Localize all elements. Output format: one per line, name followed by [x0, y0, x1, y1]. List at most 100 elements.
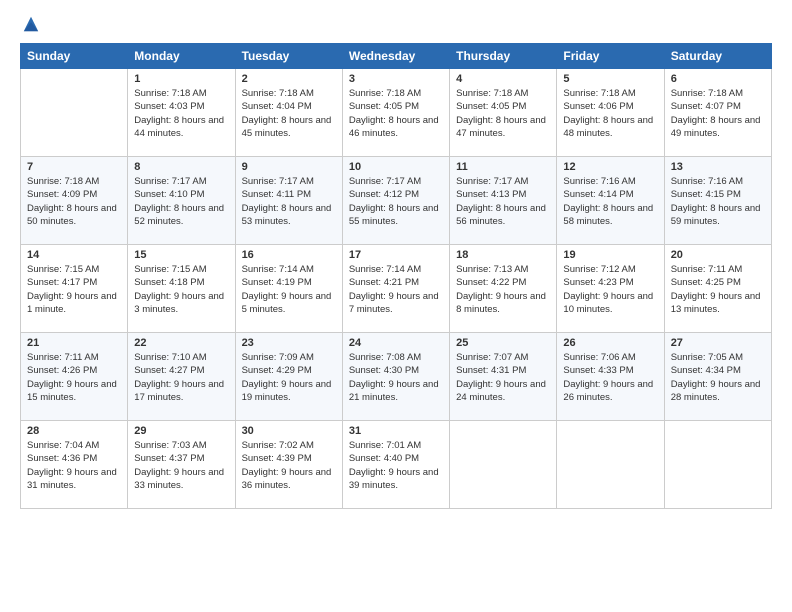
- calendar-page: SundayMondayTuesdayWednesdayThursdayFrid…: [0, 0, 792, 612]
- day-number: 30: [242, 425, 336, 437]
- day-number: 31: [349, 425, 443, 437]
- calendar-cell: [450, 421, 557, 509]
- day-number: 1: [134, 73, 228, 85]
- cell-content: Sunrise: 7:18 AM Sunset: 4:09 PM Dayligh…: [27, 175, 121, 228]
- day-number: 14: [27, 249, 121, 261]
- cell-content: Sunrise: 7:17 AM Sunset: 4:10 PM Dayligh…: [134, 175, 228, 228]
- day-number: 20: [671, 249, 765, 261]
- calendar-cell: 31 Sunrise: 7:01 AM Sunset: 4:40 PM Dayl…: [342, 421, 449, 509]
- calendar-cell: [21, 69, 128, 157]
- calendar-cell: 9 Sunrise: 7:17 AM Sunset: 4:11 PM Dayli…: [235, 157, 342, 245]
- cell-content: Sunrise: 7:18 AM Sunset: 4:05 PM Dayligh…: [456, 87, 550, 140]
- calendar-cell: 4 Sunrise: 7:18 AM Sunset: 4:05 PM Dayli…: [450, 69, 557, 157]
- calendar-cell: 25 Sunrise: 7:07 AM Sunset: 4:31 PM Dayl…: [450, 333, 557, 421]
- day-number: 21: [27, 337, 121, 349]
- cell-content: Sunrise: 7:03 AM Sunset: 4:37 PM Dayligh…: [134, 439, 228, 492]
- cell-content: Sunrise: 7:16 AM Sunset: 4:14 PM Dayligh…: [563, 175, 657, 228]
- cell-content: Sunrise: 7:14 AM Sunset: 4:19 PM Dayligh…: [242, 263, 336, 316]
- calendar-cell: 20 Sunrise: 7:11 AM Sunset: 4:25 PM Dayl…: [664, 245, 771, 333]
- calendar-cell: 28 Sunrise: 7:04 AM Sunset: 4:36 PM Dayl…: [21, 421, 128, 509]
- cell-content: Sunrise: 7:06 AM Sunset: 4:33 PM Dayligh…: [563, 351, 657, 404]
- calendar-cell: 15 Sunrise: 7:15 AM Sunset: 4:18 PM Dayl…: [128, 245, 235, 333]
- week-row-1: 1 Sunrise: 7:18 AM Sunset: 4:03 PM Dayli…: [21, 69, 772, 157]
- weekday-header-thursday: Thursday: [450, 44, 557, 69]
- weekday-header-row: SundayMondayTuesdayWednesdayThursdayFrid…: [21, 44, 772, 69]
- calendar-cell: 26 Sunrise: 7:06 AM Sunset: 4:33 PM Dayl…: [557, 333, 664, 421]
- cell-content: Sunrise: 7:11 AM Sunset: 4:26 PM Dayligh…: [27, 351, 121, 404]
- day-number: 2: [242, 73, 336, 85]
- day-number: 22: [134, 337, 228, 349]
- logo-icon: [22, 15, 40, 33]
- day-number: 28: [27, 425, 121, 437]
- day-number: 6: [671, 73, 765, 85]
- cell-content: Sunrise: 7:10 AM Sunset: 4:27 PM Dayligh…: [134, 351, 228, 404]
- cell-content: Sunrise: 7:17 AM Sunset: 4:13 PM Dayligh…: [456, 175, 550, 228]
- day-number: 27: [671, 337, 765, 349]
- calendar-cell: 13 Sunrise: 7:16 AM Sunset: 4:15 PM Dayl…: [664, 157, 771, 245]
- cell-content: Sunrise: 7:17 AM Sunset: 4:11 PM Dayligh…: [242, 175, 336, 228]
- cell-content: Sunrise: 7:05 AM Sunset: 4:34 PM Dayligh…: [671, 351, 765, 404]
- day-number: 11: [456, 161, 550, 173]
- calendar-cell: 10 Sunrise: 7:17 AM Sunset: 4:12 PM Dayl…: [342, 157, 449, 245]
- day-number: 7: [27, 161, 121, 173]
- cell-content: Sunrise: 7:15 AM Sunset: 4:18 PM Dayligh…: [134, 263, 228, 316]
- logo: [20, 15, 40, 33]
- calendar-cell: [557, 421, 664, 509]
- day-number: 15: [134, 249, 228, 261]
- day-number: 3: [349, 73, 443, 85]
- calendar-cell: 6 Sunrise: 7:18 AM Sunset: 4:07 PM Dayli…: [664, 69, 771, 157]
- calendar-cell: 2 Sunrise: 7:18 AM Sunset: 4:04 PM Dayli…: [235, 69, 342, 157]
- calendar-cell: [664, 421, 771, 509]
- calendar-cell: 14 Sunrise: 7:15 AM Sunset: 4:17 PM Dayl…: [21, 245, 128, 333]
- calendar-cell: 21 Sunrise: 7:11 AM Sunset: 4:26 PM Dayl…: [21, 333, 128, 421]
- cell-content: Sunrise: 7:07 AM Sunset: 4:31 PM Dayligh…: [456, 351, 550, 404]
- week-row-3: 14 Sunrise: 7:15 AM Sunset: 4:17 PM Dayl…: [21, 245, 772, 333]
- calendar-cell: 27 Sunrise: 7:05 AM Sunset: 4:34 PM Dayl…: [664, 333, 771, 421]
- day-number: 19: [563, 249, 657, 261]
- cell-content: Sunrise: 7:01 AM Sunset: 4:40 PM Dayligh…: [349, 439, 443, 492]
- calendar-cell: 22 Sunrise: 7:10 AM Sunset: 4:27 PM Dayl…: [128, 333, 235, 421]
- calendar-cell: 30 Sunrise: 7:02 AM Sunset: 4:39 PM Dayl…: [235, 421, 342, 509]
- cell-content: Sunrise: 7:12 AM Sunset: 4:23 PM Dayligh…: [563, 263, 657, 316]
- cell-content: Sunrise: 7:18 AM Sunset: 4:07 PM Dayligh…: [671, 87, 765, 140]
- day-number: 5: [563, 73, 657, 85]
- calendar-cell: 24 Sunrise: 7:08 AM Sunset: 4:30 PM Dayl…: [342, 333, 449, 421]
- cell-content: Sunrise: 7:18 AM Sunset: 4:03 PM Dayligh…: [134, 87, 228, 140]
- cell-content: Sunrise: 7:04 AM Sunset: 4:36 PM Dayligh…: [27, 439, 121, 492]
- cell-content: Sunrise: 7:09 AM Sunset: 4:29 PM Dayligh…: [242, 351, 336, 404]
- day-number: 4: [456, 73, 550, 85]
- weekday-header-monday: Monday: [128, 44, 235, 69]
- calendar-cell: 3 Sunrise: 7:18 AM Sunset: 4:05 PM Dayli…: [342, 69, 449, 157]
- calendar-cell: 29 Sunrise: 7:03 AM Sunset: 4:37 PM Dayl…: [128, 421, 235, 509]
- cell-content: Sunrise: 7:15 AM Sunset: 4:17 PM Dayligh…: [27, 263, 121, 316]
- day-number: 17: [349, 249, 443, 261]
- weekday-header-wednesday: Wednesday: [342, 44, 449, 69]
- cell-content: Sunrise: 7:08 AM Sunset: 4:30 PM Dayligh…: [349, 351, 443, 404]
- weekday-header-tuesday: Tuesday: [235, 44, 342, 69]
- day-number: 24: [349, 337, 443, 349]
- week-row-4: 21 Sunrise: 7:11 AM Sunset: 4:26 PM Dayl…: [21, 333, 772, 421]
- day-number: 12: [563, 161, 657, 173]
- cell-content: Sunrise: 7:13 AM Sunset: 4:22 PM Dayligh…: [456, 263, 550, 316]
- day-number: 13: [671, 161, 765, 173]
- header: [20, 15, 772, 33]
- day-number: 29: [134, 425, 228, 437]
- day-number: 8: [134, 161, 228, 173]
- day-number: 10: [349, 161, 443, 173]
- week-row-2: 7 Sunrise: 7:18 AM Sunset: 4:09 PM Dayli…: [21, 157, 772, 245]
- day-number: 16: [242, 249, 336, 261]
- day-number: 25: [456, 337, 550, 349]
- weekday-header-friday: Friday: [557, 44, 664, 69]
- day-number: 23: [242, 337, 336, 349]
- weekday-header-saturday: Saturday: [664, 44, 771, 69]
- cell-content: Sunrise: 7:18 AM Sunset: 4:06 PM Dayligh…: [563, 87, 657, 140]
- week-row-5: 28 Sunrise: 7:04 AM Sunset: 4:36 PM Dayl…: [21, 421, 772, 509]
- calendar-cell: 19 Sunrise: 7:12 AM Sunset: 4:23 PM Dayl…: [557, 245, 664, 333]
- day-number: 26: [563, 337, 657, 349]
- cell-content: Sunrise: 7:17 AM Sunset: 4:12 PM Dayligh…: [349, 175, 443, 228]
- calendar-cell: 11 Sunrise: 7:17 AM Sunset: 4:13 PM Dayl…: [450, 157, 557, 245]
- calendar-table: SundayMondayTuesdayWednesdayThursdayFrid…: [20, 43, 772, 509]
- calendar-cell: 18 Sunrise: 7:13 AM Sunset: 4:22 PM Dayl…: [450, 245, 557, 333]
- cell-content: Sunrise: 7:02 AM Sunset: 4:39 PM Dayligh…: [242, 439, 336, 492]
- calendar-cell: 12 Sunrise: 7:16 AM Sunset: 4:14 PM Dayl…: [557, 157, 664, 245]
